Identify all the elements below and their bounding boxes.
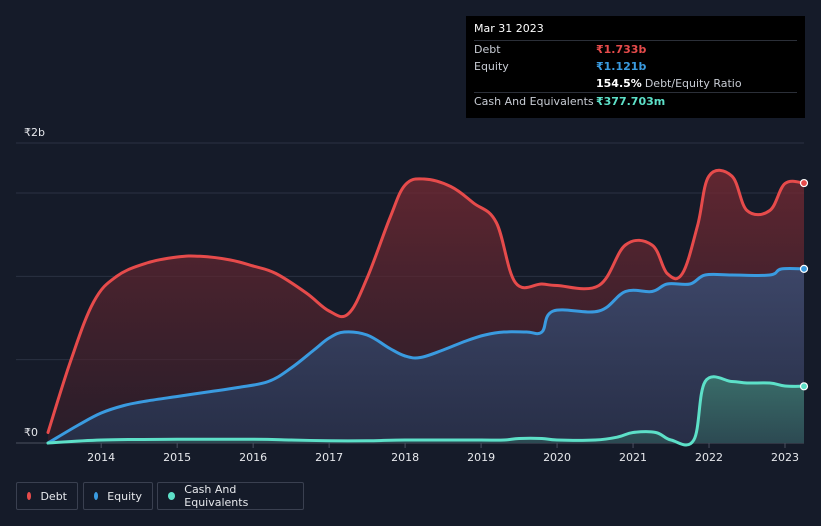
tooltip-row-cash: Cash And Equivalents ₹377.703m (474, 92, 797, 110)
y-tick-label: ₹2b (24, 126, 45, 139)
marker-debt (799, 178, 809, 188)
tooltip-row-equity: Equity ₹1.121b (474, 58, 797, 75)
tooltip-ratio-label: Debt/Equity Ratio (644, 77, 742, 90)
tooltip-row-debt: Debt ₹1.733b (474, 40, 797, 58)
tooltip-label: Cash And Equivalents (474, 95, 594, 108)
area-fills (48, 170, 804, 445)
tooltip-value-debt: ₹1.733b (596, 43, 647, 56)
tooltip-value-equity: ₹1.121b (596, 60, 647, 73)
legend-item-debt[interactable]: Debt (16, 482, 78, 510)
legend-dot-icon (27, 492, 32, 500)
x-tick-label: 2022 (695, 451, 723, 464)
legend-dot-icon (94, 492, 99, 500)
legend-dot-icon (168, 492, 176, 500)
x-tick-label: 2018 (391, 451, 419, 464)
legend-item-cash[interactable]: Cash And Equivalents (157, 482, 304, 510)
legend-label: Debt (40, 489, 67, 503)
tooltip-row-ratio: 154.5% Debt/Equity Ratio (474, 75, 797, 92)
tooltip-value-ratio: 154.5% (596, 77, 642, 90)
x-tick-label: 2020 (543, 451, 571, 464)
tooltip-panel: Mar 31 2023 Debt ₹1.733b Equity ₹1.121b … (466, 16, 805, 118)
x-tick-label: 2023 (771, 451, 799, 464)
tooltip-value-cash: ₹377.703m (596, 95, 666, 108)
tooltip-label: Equity (474, 60, 509, 73)
y-tick-label: ₹0 (24, 426, 38, 439)
x-tick-label: 2017 (315, 451, 343, 464)
x-tick-label: 2014 (87, 451, 115, 464)
marker-cash-and-equivalents (799, 382, 809, 391)
legend-item-equity[interactable]: Equity (83, 482, 153, 510)
marker-equity (799, 264, 809, 273)
x-tick-label: 2019 (467, 451, 495, 464)
legend-label: Equity (107, 489, 142, 503)
x-tick-label: 2015 (163, 451, 191, 464)
x-tick-label: 2016 (239, 451, 267, 464)
x-tick-label: 2021 (619, 451, 647, 464)
tooltip-date: Mar 31 2023 (474, 22, 544, 35)
tooltip-label: Debt (474, 43, 501, 56)
legend-label: Cash And Equivalents (184, 483, 249, 509)
